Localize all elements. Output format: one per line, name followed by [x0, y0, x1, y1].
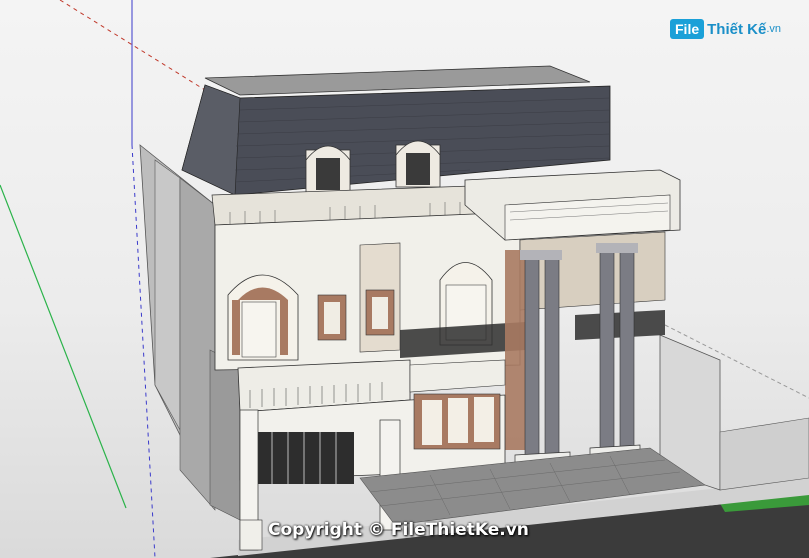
logo-mark: File: [670, 19, 705, 39]
dormer-left: [305, 145, 351, 193]
logo-text: Thiết Kế: [707, 20, 767, 38]
arched-window-left: [227, 274, 299, 361]
house-model-3d: [0, 0, 809, 558]
dormer-right: [395, 140, 441, 188]
filethietke-logo: File Thiết Kế .vn: [670, 16, 781, 42]
ground-windows: [413, 393, 501, 450]
green-axis: [0, 184, 127, 509]
copyright-watermark: Copyright © FileThietKe.vn: [268, 520, 529, 540]
garage-openings: [258, 432, 354, 484]
logo-suffix: .vn: [766, 23, 781, 35]
sketchup-viewport[interactable]: File Thiết Kế .vn Copyright © FileThietK…: [0, 0, 809, 558]
